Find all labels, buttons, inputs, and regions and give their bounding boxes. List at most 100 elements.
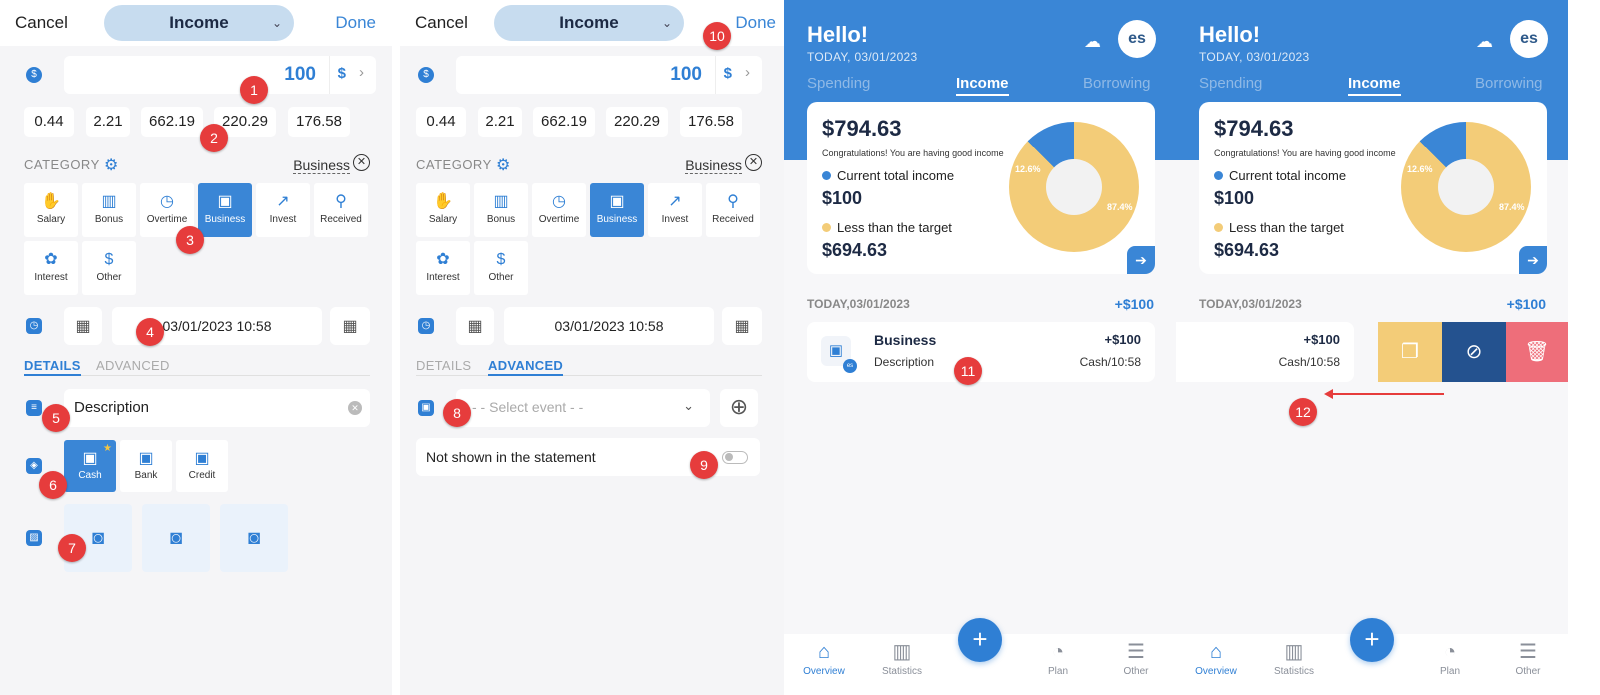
quick-amount-chip[interactable]: 220.29 (606, 107, 668, 137)
tab-advanced[interactable]: ADVANCED (488, 358, 564, 376)
category-salary[interactable]: ✋ Salary (24, 183, 78, 237)
card-arrow-button[interactable]: ➔ (1519, 246, 1547, 274)
salary-icon: ✋ (433, 193, 453, 210)
delete-button[interactable]: 🗑 (1506, 322, 1568, 382)
selected-category[interactable]: Business (293, 157, 350, 174)
nav-overview[interactable]: ⌂ Overview (1186, 638, 1246, 677)
tab-borrowing[interactable]: Borrowing (1083, 75, 1151, 92)
current-income-value: $100 (1214, 188, 1255, 208)
coins-icon: $ (496, 251, 506, 268)
category-interest[interactable]: ✿ Interest (24, 241, 78, 295)
category-other[interactable]: $ Other (82, 241, 136, 295)
category-business[interactable]: ▣ Business (198, 183, 252, 237)
clear-category-icon[interactable]: ✕ (745, 154, 762, 171)
transaction-type-dropdown[interactable]: Income ⌄ (104, 5, 294, 41)
annotation-marker: 10 (703, 22, 731, 50)
add-transaction-button[interactable]: + (958, 618, 1002, 662)
select-event-dropdown[interactable]: - - Select event - - ⌄ (456, 389, 710, 427)
nav-statistics[interactable]: ▥ Statistics (1264, 638, 1324, 677)
description-field[interactable]: Description ✕ (64, 389, 370, 427)
nav-other[interactable]: ☰ Other (1498, 638, 1558, 677)
gear-icon[interactable]: ⚙ (496, 155, 510, 175)
tab-details[interactable]: DETAILS (416, 358, 471, 373)
category-received[interactable]: ⚲ Received (706, 183, 760, 237)
cancel-button[interactable]: Cancel (15, 13, 68, 33)
menu-icon: ☰ (1519, 641, 1537, 663)
tab-advanced[interactable]: ADVANCED (96, 358, 170, 373)
nav-label: Overview (803, 666, 845, 677)
nav-plan[interactable]: ◔ Plan (1420, 638, 1480, 677)
previous-day-button[interactable]: ▦ (64, 307, 102, 345)
category-overtime[interactable]: ◷ Overtime (532, 183, 586, 237)
overview-screen-swiped: Hello! TODAY, 03/01/2023 ☁ es Spending I… (1176, 0, 1568, 695)
clear-icon[interactable]: ✕ (348, 401, 362, 415)
transaction-item-swiped[interactable]: +$100 Cash/10:58 (1176, 322, 1354, 382)
add-transaction-button[interactable]: + (1350, 618, 1394, 662)
wallet-icon: ◈ (26, 458, 42, 474)
account-cash[interactable]: ★ ▣ Cash (64, 440, 116, 492)
previous-day-button[interactable]: ▦ (456, 307, 494, 345)
nav-statistics[interactable]: ▥ Statistics (872, 638, 932, 677)
chevron-down-icon: ⌄ (271, 16, 282, 30)
datetime-field[interactable]: 03/01/2023 10:58 (504, 307, 714, 345)
tab-income[interactable]: Income (1348, 75, 1401, 96)
statistics-icon: ▥ (1284, 641, 1304, 663)
account-bank[interactable]: ▣ Bank (120, 440, 172, 492)
nav-plan[interactable]: ◔ Plan (1028, 638, 1088, 677)
tab-borrowing[interactable]: Borrowing (1475, 75, 1543, 92)
account-credit[interactable]: ▣ Credit (176, 440, 228, 492)
category-invest[interactable]: ↗ Invest (648, 183, 702, 237)
cloud-sync-icon[interactable]: ☁ (1476, 32, 1493, 52)
add-event-button[interactable]: ⊕ (720, 389, 758, 427)
category-label: Other (488, 272, 514, 283)
hide-button[interactable]: ⊘ (1442, 322, 1506, 382)
quick-amount-chip[interactable]: 0.44 (416, 107, 466, 137)
card-arrow-button[interactable]: ➔ (1127, 246, 1155, 274)
tab-spending[interactable]: Spending (807, 75, 870, 92)
not-shown-toggle[interactable] (722, 451, 748, 464)
category-received[interactable]: ⚲ Received (314, 183, 368, 237)
transaction-type-dropdown[interactable]: Income ⌄ (494, 5, 684, 41)
annotation-marker: 5 (42, 404, 70, 432)
selected-category[interactable]: Business (685, 157, 742, 174)
currency-selector[interactable]: $ (724, 65, 732, 82)
category-salary[interactable]: ✋ Salary (416, 183, 470, 237)
tab-spending[interactable]: Spending (1199, 75, 1262, 92)
next-day-button[interactable]: ▦ (722, 307, 762, 345)
done-button[interactable]: Done (335, 13, 376, 33)
cloud-sync-icon[interactable]: ☁ (1084, 32, 1101, 52)
next-day-button[interactable]: ▦ (330, 307, 370, 345)
add-photo-button[interactable]: ◙ (220, 504, 288, 572)
tab-details[interactable]: DETAILS (24, 358, 81, 376)
quick-amount-chip[interactable]: 2.21 (86, 107, 130, 137)
target-value: $694.63 (1214, 240, 1280, 260)
category-business[interactable]: ▣ Business (590, 183, 644, 237)
nav-overview[interactable]: ⌂ Overview (794, 638, 854, 677)
quick-amount-chip[interactable]: 2.21 (478, 107, 522, 137)
quick-amount-chip[interactable]: 176.58 (288, 107, 350, 137)
quick-amount-chip[interactable]: 176.58 (680, 107, 742, 137)
category-interest[interactable]: ✿ Interest (416, 241, 470, 295)
currency-selector[interactable]: $ (338, 65, 346, 82)
currency-icon: $ (26, 67, 42, 83)
amount-field[interactable]: 100 $ › (456, 56, 762, 94)
cancel-button[interactable]: Cancel (415, 13, 468, 33)
category-bonus[interactable]: ▥ Bonus (82, 183, 136, 237)
quick-amount-chip[interactable]: 662.19 (533, 107, 595, 137)
category-invest[interactable]: ↗ Invest (256, 183, 310, 237)
add-photo-button[interactable]: ◙ (142, 504, 210, 572)
clear-category-icon[interactable]: ✕ (353, 154, 370, 171)
avatar[interactable]: es (1118, 20, 1156, 58)
done-button[interactable]: Done (735, 13, 776, 33)
quick-amount-chip[interactable]: 0.44 (24, 107, 74, 137)
event-icon: ▣ (418, 400, 434, 416)
tab-income[interactable]: Income (956, 75, 1009, 96)
category-other[interactable]: $ Other (474, 241, 528, 295)
quick-amount-chip[interactable]: 662.19 (141, 107, 203, 137)
nav-other[interactable]: ☰ Other (1106, 638, 1166, 677)
duplicate-button[interactable]: ❐ (1378, 322, 1442, 382)
avatar[interactable]: es (1510, 20, 1548, 58)
category-bonus[interactable]: ▥ Bonus (474, 183, 528, 237)
amount-field[interactable]: 100 $ › (64, 56, 376, 94)
gear-icon[interactable]: ⚙ (104, 155, 118, 175)
